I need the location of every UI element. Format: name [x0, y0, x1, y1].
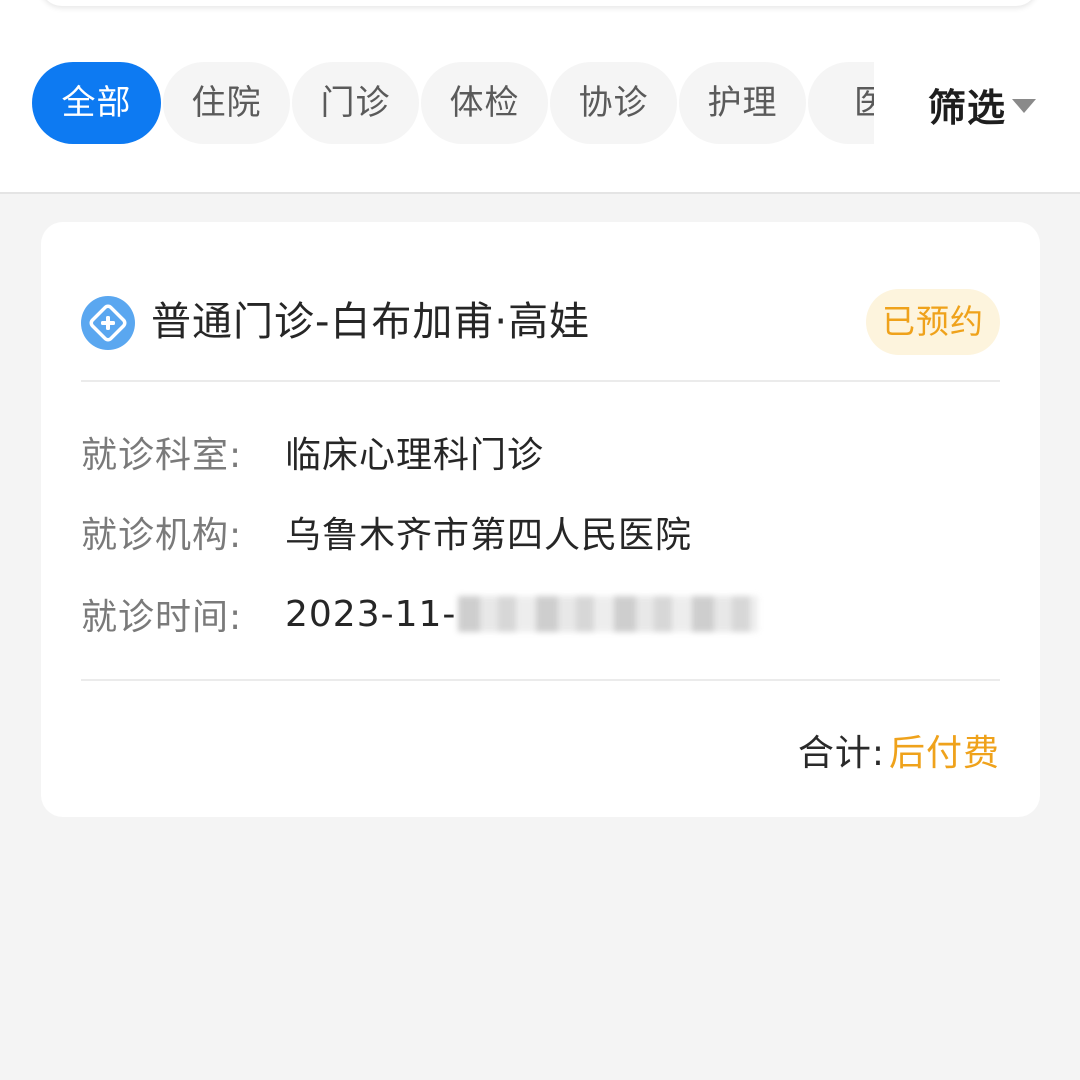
filter-panel: 全部 住院 门诊 体检 协诊 护理 医 筛选 [0, 0, 1080, 194]
card-header: 普通门诊-白布加甫·高娃 已预约 [81, 288, 1000, 356]
tab-all[interactable]: 全部 [32, 62, 161, 144]
status-badge: 已预约 [866, 289, 1000, 355]
tab-outpatient[interactable]: 门诊 [292, 62, 419, 144]
department-label: 就诊科室: [81, 435, 243, 476]
visit-time-label: 就诊时间: [81, 597, 243, 638]
tab-medical[interactable]: 医 [808, 62, 874, 144]
filter-label: 筛选 [928, 85, 1007, 130]
institution-row: 就诊机构: 乌鲁木齐市第四人民医院 [81, 506, 692, 558]
tab-consultation[interactable]: 协诊 [550, 62, 677, 144]
total-row: 合计: 后付费 [798, 722, 1000, 778]
institution-label: 就诊机构: [81, 515, 243, 556]
department-row: 就诊科室: 临床心理科门诊 [81, 426, 544, 478]
divider [81, 380, 1000, 382]
department-value: 临床心理科门诊 [285, 435, 545, 476]
visit-record-card[interactable]: 普通门诊-白布加甫·高娃 已预约 就诊科室: 临床心理科门诊 就诊机构: 乌鲁木… [41, 222, 1040, 817]
visit-title: 普通门诊-白布加甫·高娃 [151, 299, 591, 345]
redacted-mask [458, 596, 759, 632]
tab-nursing[interactable]: 护理 [679, 62, 806, 144]
visit-time-value: 2023-11- [285, 593, 457, 635]
filter-button[interactable]: 筛选 [928, 72, 1037, 136]
total-value: 后付费 [888, 733, 1000, 774]
caret-down-icon [1012, 99, 1037, 113]
tab-checkup[interactable]: 体检 [421, 62, 548, 144]
clinic-plus-icon [81, 296, 135, 350]
total-label: 合计: [797, 733, 885, 774]
visit-time-row: 就诊时间: 2023-11- [81, 588, 759, 640]
tab-inpatient[interactable]: 住院 [163, 62, 290, 144]
category-tabs: 全部 住院 门诊 体检 协诊 护理 医 [32, 62, 874, 144]
search-bar[interactable] [40, 0, 1038, 6]
divider [81, 679, 1000, 681]
institution-value: 乌鲁木齐市第四人民医院 [285, 515, 693, 556]
